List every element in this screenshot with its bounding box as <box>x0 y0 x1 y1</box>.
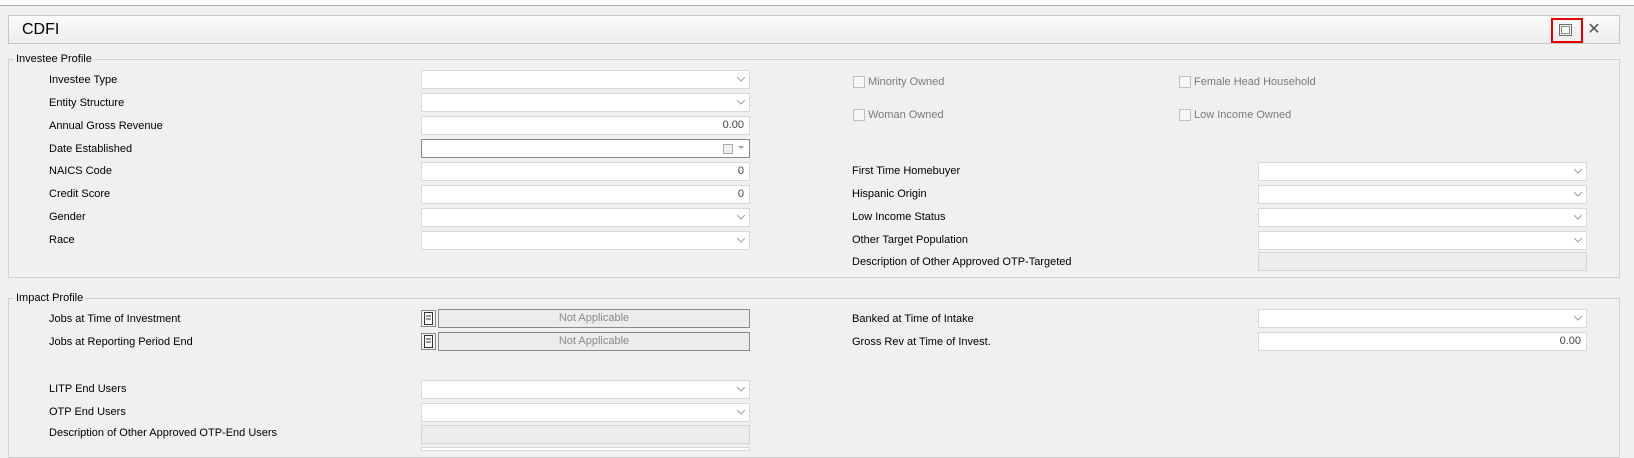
desc-other-otp-end-users-label: Description of Other Approved OTP-End Us… <box>49 427 278 439</box>
minority-owned-label: Minority Owned <box>868 76 945 88</box>
annual-gross-revenue-input[interactable]: 0.00 <box>421 116 750 135</box>
top-strip <box>0 0 1634 6</box>
banked-at-intake-label: Banked at Time of Intake <box>852 313 974 325</box>
chevron-down-icon <box>737 214 745 220</box>
otp-end-users-select[interactable] <box>421 403 750 422</box>
jobs-at-period-end-field[interactable]: Not Applicable <box>438 332 750 351</box>
entity-structure-select[interactable] <box>421 93 750 112</box>
chevron-down-icon <box>737 409 745 415</box>
naics-code-label: NAICS Code <box>49 165 112 177</box>
banked-at-intake-select[interactable] <box>1258 309 1587 328</box>
investee-type-label: Investee Type <box>49 74 118 86</box>
investee-profile-title: Investee Profile <box>14 53 94 65</box>
date-established-picker[interactable] <box>421 139 750 158</box>
form-title-bar <box>8 15 1620 44</box>
close-x-icon[interactable]: ✕ <box>1586 22 1602 38</box>
chevron-down-icon <box>1574 191 1582 197</box>
jobs-at-investment-label: Jobs at Time of Investment <box>49 313 181 325</box>
gross-rev-at-invest-label: Gross Rev at Time of Invest. <box>852 336 991 348</box>
gross-rev-at-invest-input[interactable]: 0.00 <box>1258 332 1587 351</box>
date-established-label: Date Established <box>49 143 133 155</box>
female-head-household-checkbox[interactable] <box>1179 76 1191 88</box>
chevron-down-icon <box>1574 237 1582 243</box>
litp-end-users-label: LITP End Users <box>49 383 127 395</box>
credit-score-label: Credit Score <box>49 188 111 200</box>
gender-label: Gender <box>49 211 86 223</box>
other-target-population-select[interactable] <box>1258 231 1587 250</box>
hispanic-origin-select[interactable] <box>1258 185 1587 204</box>
chevron-down-icon <box>1574 315 1582 321</box>
desc-other-otp-targeted-label: Description of Other Approved OTP-Target… <box>852 256 1072 268</box>
woman-owned-label: Woman Owned <box>868 109 944 121</box>
minority-owned-checkbox[interactable] <box>853 76 865 88</box>
next-select-partial[interactable] <box>421 447 750 451</box>
chevron-down-icon <box>1574 214 1582 220</box>
desc-other-otp-targeted-input[interactable] <box>1258 252 1587 271</box>
edit-document-icon <box>424 335 433 348</box>
jobs-at-investment-edit-button[interactable] <box>421 310 436 327</box>
investee-type-select[interactable] <box>421 70 750 89</box>
naics-code-input[interactable]: 0 <box>421 162 750 181</box>
credit-score-input[interactable]: 0 <box>421 185 750 204</box>
chevron-down-icon <box>737 76 745 82</box>
jobs-at-investment-field[interactable]: Not Applicable <box>438 309 750 328</box>
litp-end-users-select[interactable] <box>421 380 750 399</box>
low-income-owned-checkbox[interactable] <box>1179 109 1191 121</box>
low-income-status-select[interactable] <box>1258 208 1587 227</box>
hispanic-origin-label: Hispanic Origin <box>852 188 927 200</box>
edit-document-icon <box>424 312 433 325</box>
chevron-down-icon <box>737 99 745 105</box>
low-income-status-label: Low Income Status <box>852 211 946 223</box>
chevron-down-icon <box>1574 168 1582 174</box>
other-target-population-label: Other Target Population <box>852 234 968 246</box>
chevron-down-icon <box>738 146 744 149</box>
jobs-at-period-end-label: Jobs at Reporting Period End <box>49 336 193 348</box>
form-title: CDFI <box>22 21 60 38</box>
chevron-down-icon <box>737 237 745 243</box>
first-time-homebuyer-select[interactable] <box>1258 162 1587 181</box>
annual-gross-revenue-label: Annual Gross Revenue <box>49 120 163 132</box>
otp-end-users-label: OTP End Users <box>49 406 126 418</box>
race-label: Race <box>49 234 75 246</box>
impact-profile-title: Impact Profile <box>14 292 86 304</box>
low-income-owned-label: Low Income Owned <box>1194 109 1292 121</box>
entity-structure-label: Entity Structure <box>49 97 125 109</box>
female-head-household-label: Female Head Household <box>1194 76 1316 88</box>
desc-other-otp-end-users-input[interactable] <box>421 425 750 444</box>
woman-owned-checkbox[interactable] <box>853 109 865 121</box>
gender-select[interactable] <box>421 208 750 227</box>
race-select[interactable] <box>421 231 750 250</box>
restore-window-icon[interactable] <box>1559 24 1572 36</box>
first-time-homebuyer-label: First Time Homebuyer <box>852 165 961 177</box>
jobs-at-period-end-edit-button[interactable] <box>421 333 436 350</box>
chevron-down-icon <box>737 386 745 392</box>
calendar-icon[interactable] <box>723 144 733 154</box>
